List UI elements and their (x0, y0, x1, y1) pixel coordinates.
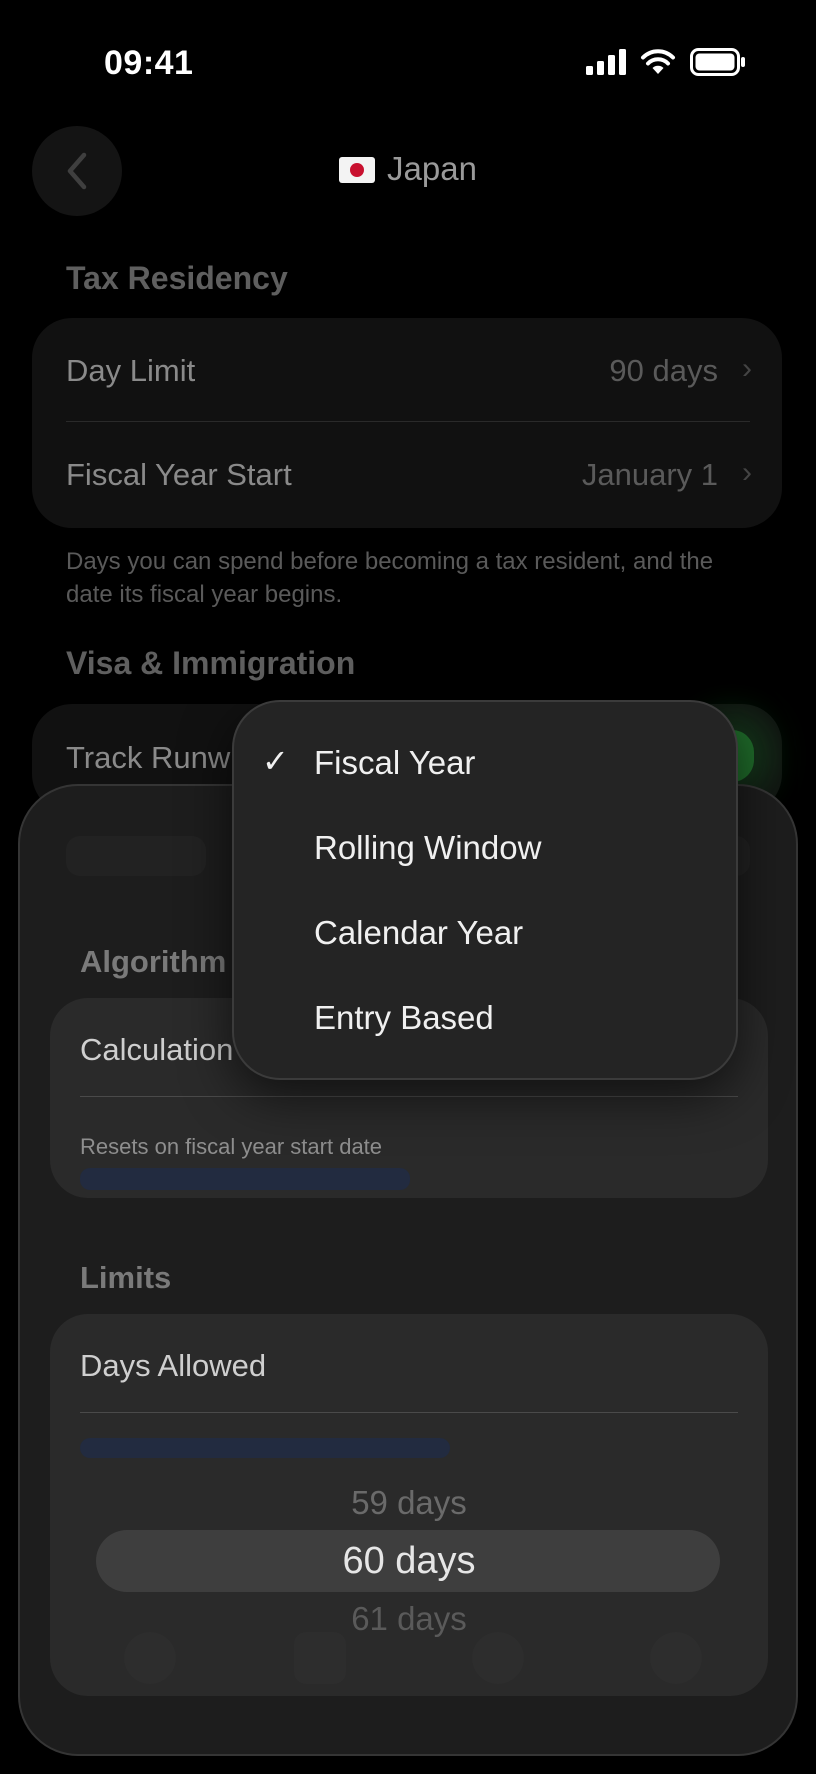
day-limit-label: Day Limit (66, 353, 196, 388)
fiscal-year-start-row[interactable]: Fiscal Year Start January 1 › (32, 422, 782, 528)
fiscal-year-start-label: Fiscal Year Start (66, 457, 292, 492)
menu-item-label: Entry Based (314, 999, 494, 1036)
tax-residency-card: Day Limit 90 days › Fiscal Year Start Ja… (32, 318, 782, 528)
checkmark-icon: ✓ (262, 743, 289, 779)
section-visa: Visa & Immigration (66, 645, 356, 681)
fiscal-year-start-value: January 1 (581, 457, 718, 492)
menu-item-entry-based[interactable]: Entry Based (234, 977, 736, 1062)
menu-item-label: Rolling Window (314, 829, 542, 866)
chevron-right-icon: › (742, 352, 752, 385)
day-limit-row[interactable]: Day Limit 90 days › (32, 318, 782, 422)
track-runway-label: Track Runw (66, 740, 231, 775)
calculation-method-menu: ✓ Fiscal Year Rolling Window Calendar Ye… (232, 700, 738, 1080)
section-tax-residency: Tax Residency (66, 260, 288, 296)
page-title: Japan (0, 150, 816, 188)
days-allowed-label: Days Allowed (80, 1348, 267, 1383)
menu-item-label: Fiscal Year (314, 744, 476, 781)
divider (80, 1096, 738, 1097)
signal-icon (586, 49, 626, 75)
menu-item-rolling-window[interactable]: Rolling Window (234, 807, 736, 892)
ghost-icon (124, 1632, 176, 1684)
status-icons (586, 48, 746, 76)
section-algorithm: Algorithm (80, 944, 227, 979)
calculation-note: Resets on fiscal year start date (80, 1134, 383, 1159)
calculation-label[interactable]: Calculation (80, 1032, 233, 1068)
section-limits: Limits (80, 1260, 172, 1295)
menu-item-label: Calendar Year (314, 914, 524, 951)
wifi-icon (641, 49, 675, 74)
tax-residency-footnote: Days you can spend before becoming a tax… (66, 548, 714, 608)
ghost-icon (650, 1632, 702, 1684)
divider (80, 1412, 738, 1413)
picker-item-prev[interactable]: 59 days (50, 1484, 768, 1522)
chevron-right-icon: › (742, 456, 752, 489)
menu-item-calendar-year[interactable]: Calendar Year (234, 892, 736, 977)
ghost-link (80, 1438, 450, 1458)
japan-flag-icon (339, 157, 376, 183)
menu-item-fiscal-year[interactable]: ✓ Fiscal Year (234, 722, 736, 807)
ghost-icon (472, 1632, 524, 1684)
sheet-header-ghost (66, 836, 206, 876)
ghost-icon (294, 1632, 346, 1684)
status-time: 09:41 (104, 44, 194, 82)
page-title-text: Japan (387, 150, 477, 187)
picker-item-selected[interactable]: 60 days (50, 1540, 768, 1583)
day-limit-value: 90 days (609, 353, 718, 388)
battery-icon (690, 48, 745, 76)
ghost-link (80, 1168, 410, 1190)
